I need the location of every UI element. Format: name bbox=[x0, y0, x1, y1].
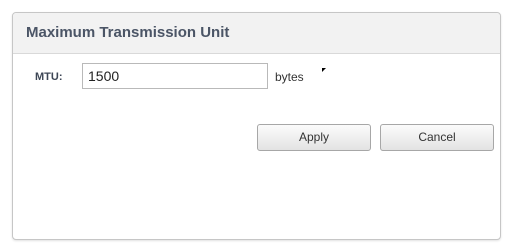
panel-title: Maximum Transmission Unit bbox=[26, 24, 230, 41]
panel-header: Maximum Transmission Unit bbox=[13, 13, 500, 54]
mtu-label: MTU: bbox=[35, 71, 63, 83]
cancel-button[interactable]: Cancel bbox=[380, 124, 494, 151]
field-marker-icon bbox=[322, 68, 326, 72]
mtu-panel: Maximum Transmission Unit MTU: bytes App… bbox=[12, 12, 501, 240]
unit-label: bytes bbox=[275, 70, 304, 84]
mtu-input[interactable] bbox=[82, 63, 268, 89]
apply-button[interactable]: Apply bbox=[257, 124, 371, 151]
